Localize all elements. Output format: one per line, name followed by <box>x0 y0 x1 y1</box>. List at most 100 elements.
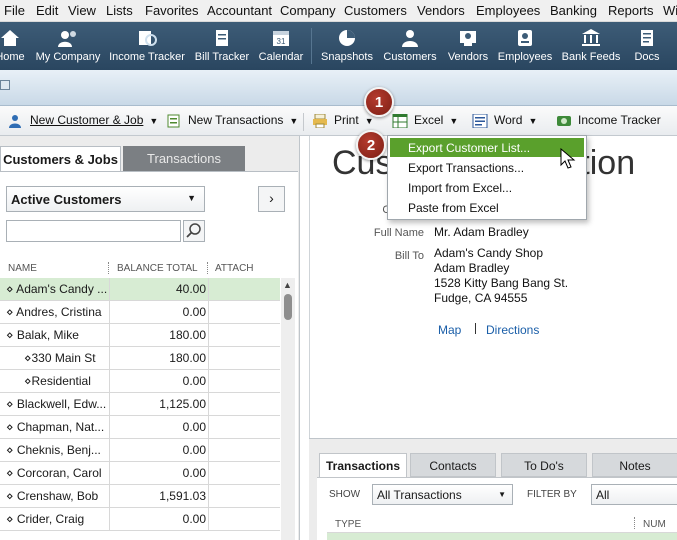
iconbar-snapshots[interactable]: Snapshots <box>317 22 377 70</box>
customer-row[interactable]: ⋄ Crider, Craig 0.00 <box>0 508 280 531</box>
docs-icon <box>641 30 653 46</box>
menu-employees[interactable]: Employees <box>476 3 540 18</box>
excel-button[interactable]: Excel ▼ <box>392 113 458 128</box>
icon-bar: Home My Company Income Tracker Bill Trac… <box>0 22 677 70</box>
income-tracker-button[interactable]: Income Tracker <box>556 113 661 128</box>
customer-view-select[interactable]: Active Customers ▼ <box>6 186 205 212</box>
iconbar-employees[interactable]: Employees <box>496 22 554 70</box>
menu-banking[interactable]: Banking <box>550 3 597 18</box>
paste-from-excel-item[interactable]: Paste from Excel <box>390 198 584 217</box>
menu-window[interactable]: Wi <box>663 3 677 18</box>
print-button[interactable]: Print ▼ <box>312 113 374 128</box>
new-customer-icon <box>9 114 21 128</box>
menu-accountant[interactable]: Accountant <box>207 3 272 18</box>
menu-file[interactable]: File <box>4 3 25 18</box>
import-from-excel-item[interactable]: Import from Excel... <box>390 178 584 197</box>
iconbar-calendar[interactable]: 31 Calendar <box>256 22 306 70</box>
column-divider[interactable] <box>108 262 110 274</box>
customer-row[interactable]: ⋄ Balak, Mike 180.00 <box>0 324 280 347</box>
show-select[interactable]: All Transactions ▼ <box>372 484 513 505</box>
calendar-icon: 31 <box>273 31 289 46</box>
menu-lists[interactable]: Lists <box>106 3 133 18</box>
customer-row[interactable]: ⋄ Crenshaw, Bob 1,591.03 <box>0 485 280 508</box>
tab-transactions-bottom[interactable]: Transactions <box>319 453 407 477</box>
iconbar-income-tracker[interactable]: Income Tracker <box>106 22 188 70</box>
customer-balance: 0.00 <box>182 305 206 319</box>
column-header-balance[interactable]: BALANCE TOTAL <box>117 263 198 274</box>
center-title-strip <box>0 70 677 106</box>
customer-search-input[interactable] <box>6 220 181 242</box>
word-button[interactable]: Word ▼ <box>472 113 537 128</box>
iconbar-bank-feeds[interactable]: Bank Feeds <box>559 22 623 70</box>
customer-name: ⋄ Andres, Cristina <box>6 305 102 319</box>
customer-list-scrollbar[interactable]: ▲ <box>281 278 295 540</box>
full-name-value: Mr. Adam Bradley <box>434 225 529 239</box>
customer-row[interactable]: ⋄ Blackwell, Edw... 1,125.00 <box>0 393 280 416</box>
tab-transactions[interactable]: Transactions <box>123 146 245 171</box>
search-icon <box>186 223 201 238</box>
bank-feeds-icon <box>582 29 600 46</box>
menu-reports[interactable]: Reports <box>608 3 654 18</box>
tab-customers-jobs[interactable]: Customers & Jobs <box>0 146 121 171</box>
column-header-num[interactable]: NUM <box>643 519 666 530</box>
column-header-name[interactable]: NAME <box>8 263 37 274</box>
customer-row[interactable]: ⋄ Andres, Cristina 0.00 <box>0 301 280 324</box>
transactions-grid-row[interactable] <box>327 533 677 540</box>
customer-row[interactable]: ⋄330 Main St 180.00 <box>0 347 280 370</box>
customer-balance: 40.00 <box>175 282 206 296</box>
cell-divider <box>109 301 110 324</box>
customer-list-rows: ⋄ Adam's Candy ... 40.00 ⋄ Andres, Cristin… <box>0 278 280 531</box>
window-control-icon[interactable] <box>0 80 10 90</box>
scrollbar-thumb[interactable] <box>284 294 292 320</box>
menu-view[interactable]: View <box>68 3 96 18</box>
menu-customers[interactable]: Customers <box>344 3 407 18</box>
iconbar-bill-tracker[interactable]: Bill Tracker <box>192 22 252 70</box>
tab-notes[interactable]: Notes <box>592 453 677 477</box>
new-customer-job-button[interactable]: New Customer & Job ▼ <box>8 113 158 128</box>
bill-to-line-2: Adam Bradley <box>434 261 510 275</box>
customer-name: ⋄ Blackwell, Edw... <box>6 397 107 411</box>
menu-edit[interactable]: Edit <box>36 3 58 18</box>
column-header-attach[interactable]: ATTACH <box>215 263 254 274</box>
scroll-up-icon[interactable]: ▲ <box>283 280 292 290</box>
iconbar-my-company[interactable]: My Company <box>34 22 102 70</box>
column-divider[interactable] <box>207 262 209 274</box>
cell-divider <box>109 347 110 370</box>
export-customer-list-item[interactable]: Export Customer List... <box>390 138 584 157</box>
tab-contacts[interactable]: Contacts <box>410 453 496 477</box>
menu-bar: File Edit View Lists Favorites Accountan… <box>0 0 677 22</box>
customer-row[interactable]: ⋄ Corcoran, Carol 0.00 <box>0 462 280 485</box>
printer-icon <box>313 113 327 128</box>
iconbar-vendors[interactable]: Vendors <box>443 22 493 70</box>
customer-balance: 0.00 <box>182 443 206 457</box>
tab-to-dos[interactable]: To Do's <box>501 453 587 477</box>
customer-row[interactable]: ⋄ Adam's Candy ... 40.00 <box>0 278 280 301</box>
column-divider[interactable] <box>634 517 636 529</box>
transactions-grid-header: TYPE NUM <box>327 515 677 533</box>
svg-text:31: 31 <box>277 37 286 46</box>
customer-row[interactable]: ⋄ Cheknis, Benj... 0.00 <box>0 439 280 462</box>
menu-vendors[interactable]: Vendors <box>417 3 465 18</box>
column-header-type[interactable]: TYPE <box>335 519 361 530</box>
iconbar-customers[interactable]: Customers <box>380 22 440 70</box>
customer-row[interactable]: ⋄Residential 0.00 <box>0 370 280 393</box>
search-button[interactable] <box>183 220 205 242</box>
directions-link[interactable]: Directions <box>486 323 539 337</box>
map-link[interactable]: Map <box>438 323 461 337</box>
chevron-down-icon: ▼ <box>449 116 459 126</box>
chevron-down-icon: ▼ <box>289 116 299 126</box>
new-transactions-button[interactable]: New Transactions ▼ <box>166 113 298 128</box>
iconbar-home[interactable]: Home <box>0 22 32 70</box>
iconbar-docs[interactable]: Docs <box>627 22 667 70</box>
customer-balance: 0.00 <box>182 466 206 480</box>
cell-divider <box>208 278 209 301</box>
vendors-icon <box>460 31 476 46</box>
menu-company[interactable]: Company <box>280 3 336 18</box>
filter-by-select[interactable]: All <box>591 484 677 505</box>
customer-row[interactable]: ⋄ Chapman, Nat... 0.00 <box>0 416 280 439</box>
cell-divider <box>208 347 209 370</box>
chevron-right-icon: › <box>269 190 274 206</box>
expand-panel-button[interactable]: › <box>258 186 285 212</box>
export-transactions-item[interactable]: Export Transactions... <box>390 158 584 177</box>
menu-favorites[interactable]: Favorites <box>145 3 198 18</box>
